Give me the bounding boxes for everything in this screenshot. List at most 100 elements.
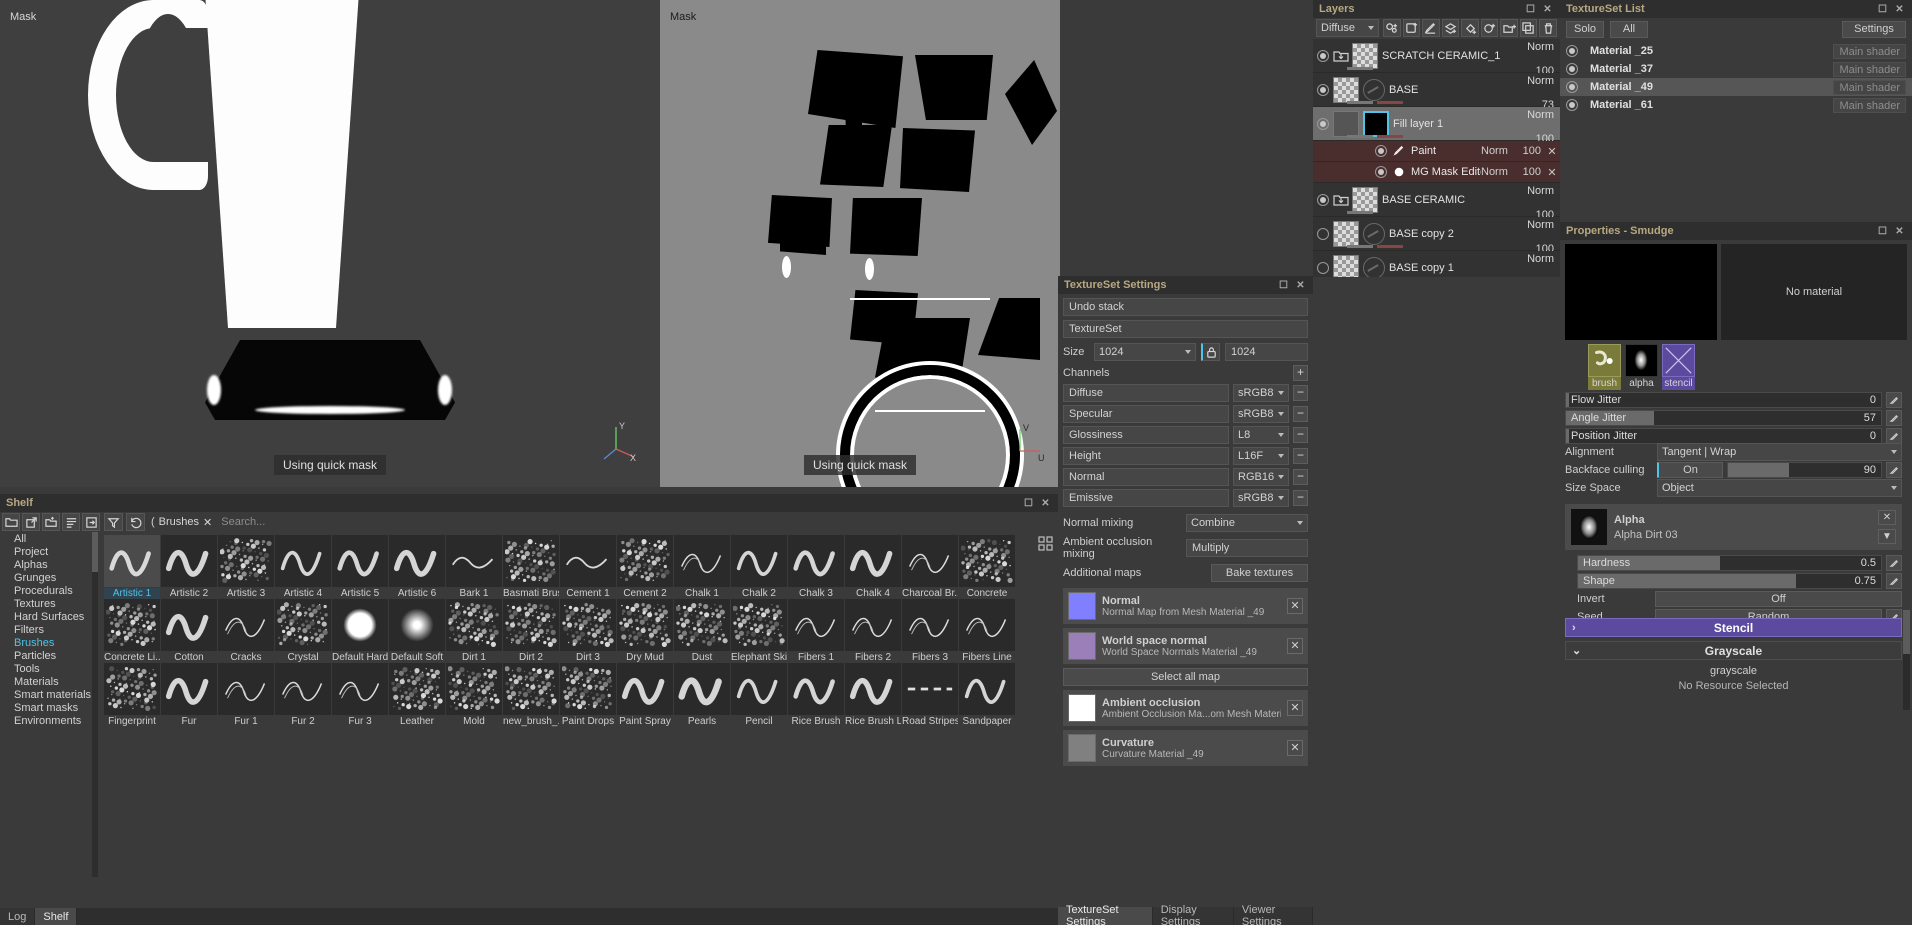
material-visibility-toggle[interactable] [1566,99,1578,111]
shelf-category-smart-materials[interactable]: Smart materials [0,688,100,701]
add-layer-stack-icon[interactable] [1441,19,1460,37]
add-mask-circle-icon[interactable] [1363,256,1385,277]
brush-item[interactable]: Elephant Skin [731,599,787,663]
tab-log[interactable]: Log [0,908,36,925]
remove-channel-button[interactable]: − [1293,427,1308,443]
material-list[interactable]: Material _25 Main shader Material _37 Main … [1560,42,1912,114]
stencil-section-header[interactable]: › Stencil [1565,618,1902,637]
shelf-category-tools[interactable]: Tools [0,662,100,675]
brush-item[interactable]: Dirt 2 [503,599,559,663]
map-remove-icon[interactable]: ✕ [1287,598,1303,614]
layer-row[interactable]: Fill layer 1 Norm 100 [1313,107,1560,145]
add-anchor-point-icon[interactable] [1480,19,1499,37]
layer-visibility-toggle[interactable] [1375,166,1387,178]
layers-float-icon[interactable]: ☐ [1524,3,1537,16]
channel-format-combo[interactable]: sRGB8 [1233,405,1289,423]
alpha-remove-icon[interactable]: ✕ [1878,510,1896,525]
layer-row[interactable]: BASE Norm 73 [1313,73,1560,111]
material-shader[interactable]: Main shader [1833,43,1906,59]
textureset-list-close-icon[interactable]: ✕ [1893,3,1906,16]
shelf-close-icon[interactable]: ✕ [1039,497,1052,510]
slider-position-jitter[interactable]: Position Jitter 0 [1565,428,1882,444]
shelf-category-smart-masks[interactable]: Smart masks [0,701,100,714]
brush-item[interactable]: Artistic 6 [389,535,445,599]
brush-item[interactable]: Default Soft [389,599,445,663]
brushes-chip-close-icon[interactable]: ✕ [203,516,212,529]
brush-item[interactable]: Sandpaper [959,663,1015,727]
layer-thumbnail[interactable] [1333,220,1359,247]
brush-item[interactable]: Dust [674,599,730,663]
layers-channel-selector[interactable]: Diffuse [1316,19,1380,37]
alpha-card[interactable]: Alpha Alpha Dirt 03 ✕ ▼ [1565,504,1902,550]
add-effect-icon[interactable] [1383,19,1401,37]
grayscale-section-header[interactable]: ⌄ Grayscale [1565,641,1902,660]
additional-map-card[interactable]: World space normal World Space Normals Ma… [1063,628,1308,664]
all-button[interactable]: All [1610,20,1648,38]
layer-row[interactable]: MG Mask EditorNorm 100 ✕ [1313,162,1560,183]
slider-edit-icon[interactable] [1886,555,1902,571]
channel-format-combo[interactable]: sRGB8 [1233,384,1289,402]
textureset-list-float-icon[interactable]: ☐ [1876,3,1889,16]
brush-item[interactable]: Basmati Brush [503,535,559,599]
new-folder-icon[interactable] [42,513,60,531]
channel-format-combo[interactable]: sRGB8 [1233,489,1289,507]
brush-item[interactable]: Paint Drops [560,663,616,727]
slider-edit-icon[interactable] [1886,410,1902,426]
shelf-category-procedurals[interactable]: Procedurals [0,584,100,597]
brush-item[interactable]: Chalk 4 [845,535,901,599]
brush-item[interactable]: Fingerprint [104,663,160,727]
effect-remove-icon[interactable]: ✕ [1547,166,1557,179]
channel-format-combo[interactable]: RGB16F [1233,468,1289,486]
slider-edit-icon[interactable] [1886,573,1902,589]
remove-channel-button[interactable]: − [1293,469,1308,485]
brush-item[interactable]: Concrete [959,535,1015,599]
viewport-2d-uv[interactable]: Mask Using quick mask V U [660,0,1060,487]
brush-item[interactable]: Crystal [275,599,331,663]
layer-thumbnail[interactable] [1333,76,1359,103]
channel-format-combo[interactable]: L16F [1233,447,1289,465]
alpha-dropdown-icon[interactable]: ▼ [1878,529,1896,544]
textureset-settings-tabbar[interactable]: TextureSet Settings Display Settings Viewe… [1058,904,1313,925]
map-remove-icon[interactable]: ✕ [1287,700,1303,716]
shelf-category-list[interactable]: All Project Alphas Grunges Procedurals Textur… [0,532,100,877]
remove-channel-button[interactable]: − [1293,448,1308,464]
channel-name[interactable]: Specular [1063,405,1229,423]
brush-item[interactable]: Cotton [161,599,217,663]
remove-channel-button[interactable]: − [1293,490,1308,506]
shelf-category-textures[interactable]: Textures [0,597,100,610]
layer-visibility-toggle[interactable] [1317,227,1329,240]
additional-map-card[interactable]: Ambient occlusion Ambient Occlusion Ma...… [1063,690,1308,726]
brushes-filter-chip[interactable]: ( Brushes ✕ [148,515,215,530]
brush-resource[interactable]: brush [1588,344,1621,390]
layer-row[interactable]: BASE CERAMIC Norm 100 [1313,183,1560,221]
brush-item[interactable]: Fur 2 [275,663,331,727]
layer-thumbnail[interactable] [1352,42,1378,69]
textureset-settings-float-icon[interactable]: ☐ [1277,279,1290,292]
add-channel-button[interactable]: + [1293,365,1308,381]
normal-mixing-combo[interactable]: Combine [1186,514,1308,532]
layer-visibility-toggle[interactable] [1317,193,1329,206]
channel-name[interactable]: Height [1063,447,1229,465]
brush-item[interactable]: Chalk 3 [788,535,844,599]
brush-item[interactable]: Fibers Line [959,599,1015,663]
brush-item[interactable]: Chalk 1 [674,535,730,599]
shelf-category-all[interactable]: All [0,532,100,545]
brush-item[interactable]: Fibers 1 [788,599,844,663]
channel-name[interactable]: Diffuse [1063,384,1229,402]
layer-row[interactable]: BASE copy 1Norm100 [1313,251,1560,277]
tab-viewer-settings[interactable]: Viewer Settings [1233,904,1313,925]
brush-item[interactable]: Paint Spray [617,663,673,727]
filter-icon[interactable] [104,513,123,531]
effect-remove-icon[interactable]: ✕ [1547,145,1557,158]
layer-thumbnail[interactable] [1352,186,1378,213]
shelf-category-project[interactable]: Project [0,545,100,558]
brush-item[interactable]: Cracks [218,599,274,663]
brush-item[interactable]: Artistic 3 [218,535,274,599]
bake-textures-button[interactable]: Bake textures [1211,564,1308,582]
brush-grid[interactable]: Artistic 1 Artistic 2 Artistic 3 Artistic 4… [100,532,1036,903]
lock-icon[interactable] [1201,343,1220,361]
axis-gizmo-3d[interactable]: Y X [600,419,646,465]
axis-gizmo-2d[interactable]: V U [1002,419,1048,465]
shelf-category-brushes[interactable]: Brushes [0,636,100,649]
shelf-float-icon[interactable]: ☐ [1022,497,1035,510]
